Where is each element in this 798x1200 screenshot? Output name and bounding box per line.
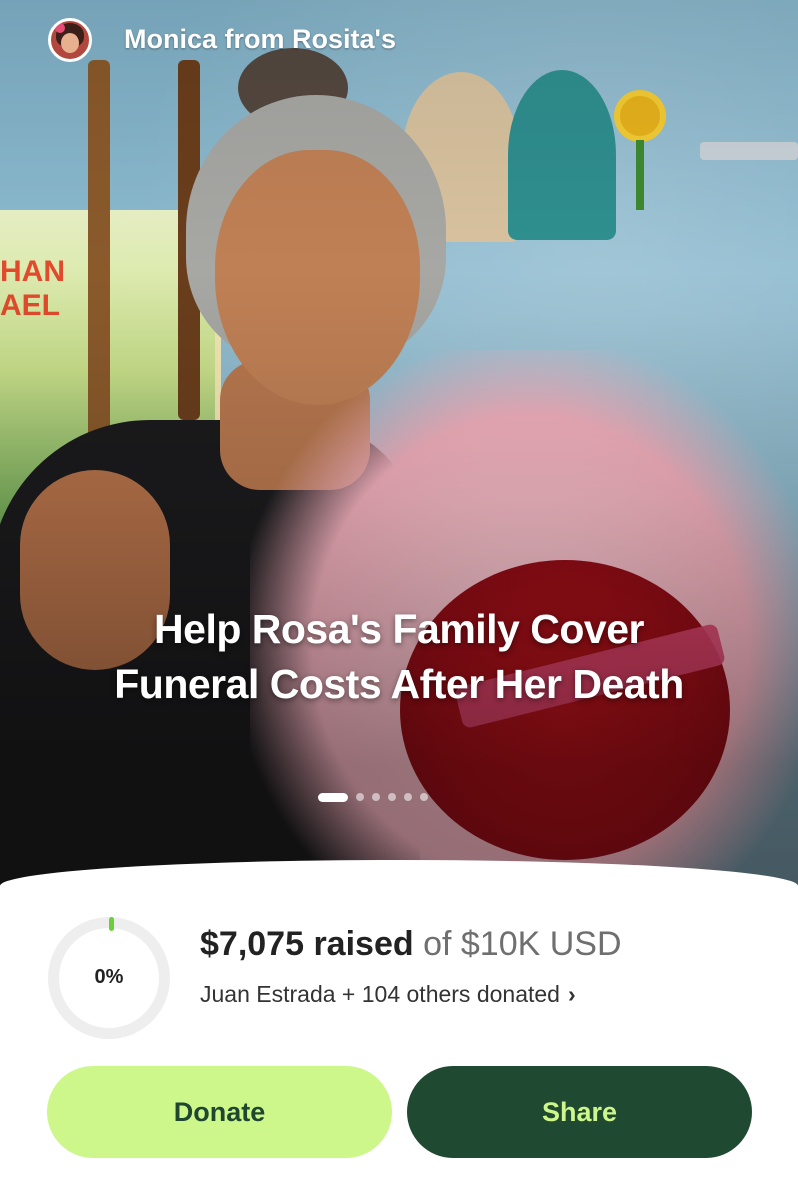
campaign-hero-image[interactable]: HANAEL Monica from Rosita's Help Rosa's …	[0, 0, 798, 900]
progress-ring-fill	[109, 917, 114, 931]
raised-amount: $7,075	[200, 925, 304, 963]
carousel-dot[interactable]	[420, 793, 428, 801]
raised-summary: $7,075 raised of $10K USD	[200, 924, 622, 964]
carousel-dot[interactable]	[404, 793, 412, 801]
carousel-dot[interactable]	[356, 793, 364, 801]
organizer-avatar[interactable]	[48, 18, 92, 62]
share-button[interactable]: Share	[407, 1066, 752, 1158]
campaign-title: Help Rosa's Family Cover Funeral Costs A…	[114, 606, 684, 707]
donors-link[interactable]: Juan Estrada + 104 others donated ›	[200, 978, 576, 1010]
carousel-dot-active[interactable]	[318, 792, 348, 802]
chevron-right-icon: ›	[567, 981, 576, 1007]
donate-button[interactable]: Donate	[47, 1066, 392, 1158]
raised-word: raised	[313, 925, 414, 963]
goal-amount: of $10K USD	[423, 925, 622, 963]
top-bar: Monica from Rosita's	[0, 0, 798, 80]
progress-percent: 0%	[94, 966, 124, 988]
carousel-dots[interactable]	[318, 791, 428, 803]
donors-text: Juan Estrada + 104 others donated	[200, 981, 560, 1007]
carousel-dot[interactable]	[388, 793, 396, 801]
organizer-name[interactable]: Monica from Rosita's	[124, 22, 396, 56]
hero-overlay	[0, 0, 798, 900]
carousel-dot[interactable]	[372, 793, 380, 801]
